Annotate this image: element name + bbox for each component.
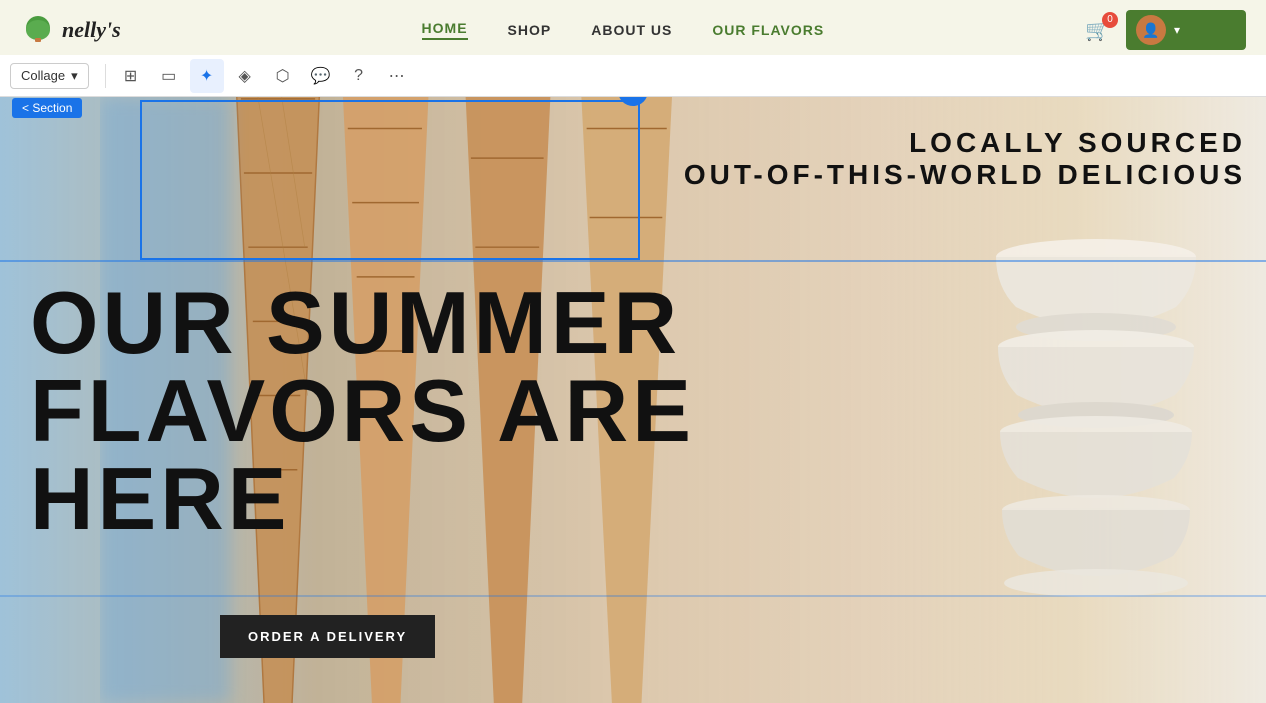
toolbar-separator-1 [105,64,106,88]
cart-icon[interactable]: 🛒 0 [1085,18,1110,43]
nav-links: HOME SHOP ABOUT US OUR FLAVORS [161,20,1085,40]
hero-top-right-text: LOCALLY SOURCED OUT-OF-THIS-WORLD DELICI… [684,127,1246,191]
nav-right: 🛒 0 👤 ▾ [1085,10,1246,50]
selection-box [140,100,640,260]
collage-dropdown[interactable]: Collage ▾ [10,63,89,89]
chevron-down-icon: ▾ [1174,23,1180,37]
collage-label: Collage [21,68,65,83]
logo-text: nelly's [62,17,121,43]
nav-link-home[interactable]: HOME [422,20,468,40]
more-btn[interactable]: ⋯ [380,59,414,93]
comment-btn[interactable]: 💬 [304,59,338,93]
collage-chevron-icon: ▾ [71,68,78,84]
avatar-image: 👤 [1136,15,1166,45]
help-btn[interactable]: ? [342,59,376,93]
hero-tagline-line1: LOCALLY SOURCED [684,127,1246,159]
logo-area[interactable]: nelly's [20,12,121,48]
cart-badge: 0 [1102,12,1118,28]
hero-heading-line3: HERE [30,449,291,548]
crop-btn[interactable]: ⬡ [266,59,300,93]
hero-tagline-line2: OUT-OF-THIS-WORLD DELICIOUS [684,159,1246,191]
toolbar: Collage ▾ ⊞ ▭ ✦ ◈ ⬡ 💬 ? ⋯ [0,55,1266,97]
hero-heading-text: OUR SUMMER FLAVORS ARE HERE [30,279,695,543]
nav-link-flavors[interactable]: OUR FLAVORS [712,22,824,38]
order-delivery-button[interactable]: ORDER A DELIVERY [220,615,435,658]
navbar: nelly's HOME SHOP ABOUT US OUR FLAVORS 🛒… [0,0,1266,60]
nav-link-shop[interactable]: SHOP [508,22,552,38]
hero-heading-line2: FLAVORS ARE [30,361,695,460]
section-label[interactable]: Section [12,98,82,118]
hero-heading-line1: OUR SUMMER [30,273,681,372]
logo-icon [20,12,56,48]
hero-main-heading: OUR SUMMER FLAVORS ARE HERE [30,279,695,543]
hero-section: LOCALLY SOURCED OUT-OF-THIS-WORLD DELICI… [0,97,1266,703]
layout-single-btn[interactable]: ▭ [152,59,186,93]
cups-visual [916,197,1266,703]
nav-link-about[interactable]: ABOUT US [591,22,672,38]
section-divider-top [0,260,1266,262]
layout-grid-btn[interactable]: ⊞ [114,59,148,93]
user-avatar[interactable]: 👤 ▾ [1126,10,1246,50]
ai-btn[interactable]: ✦ [190,59,224,93]
layers-btn[interactable]: ◈ [228,59,262,93]
section-divider-bottom [0,595,1266,597]
